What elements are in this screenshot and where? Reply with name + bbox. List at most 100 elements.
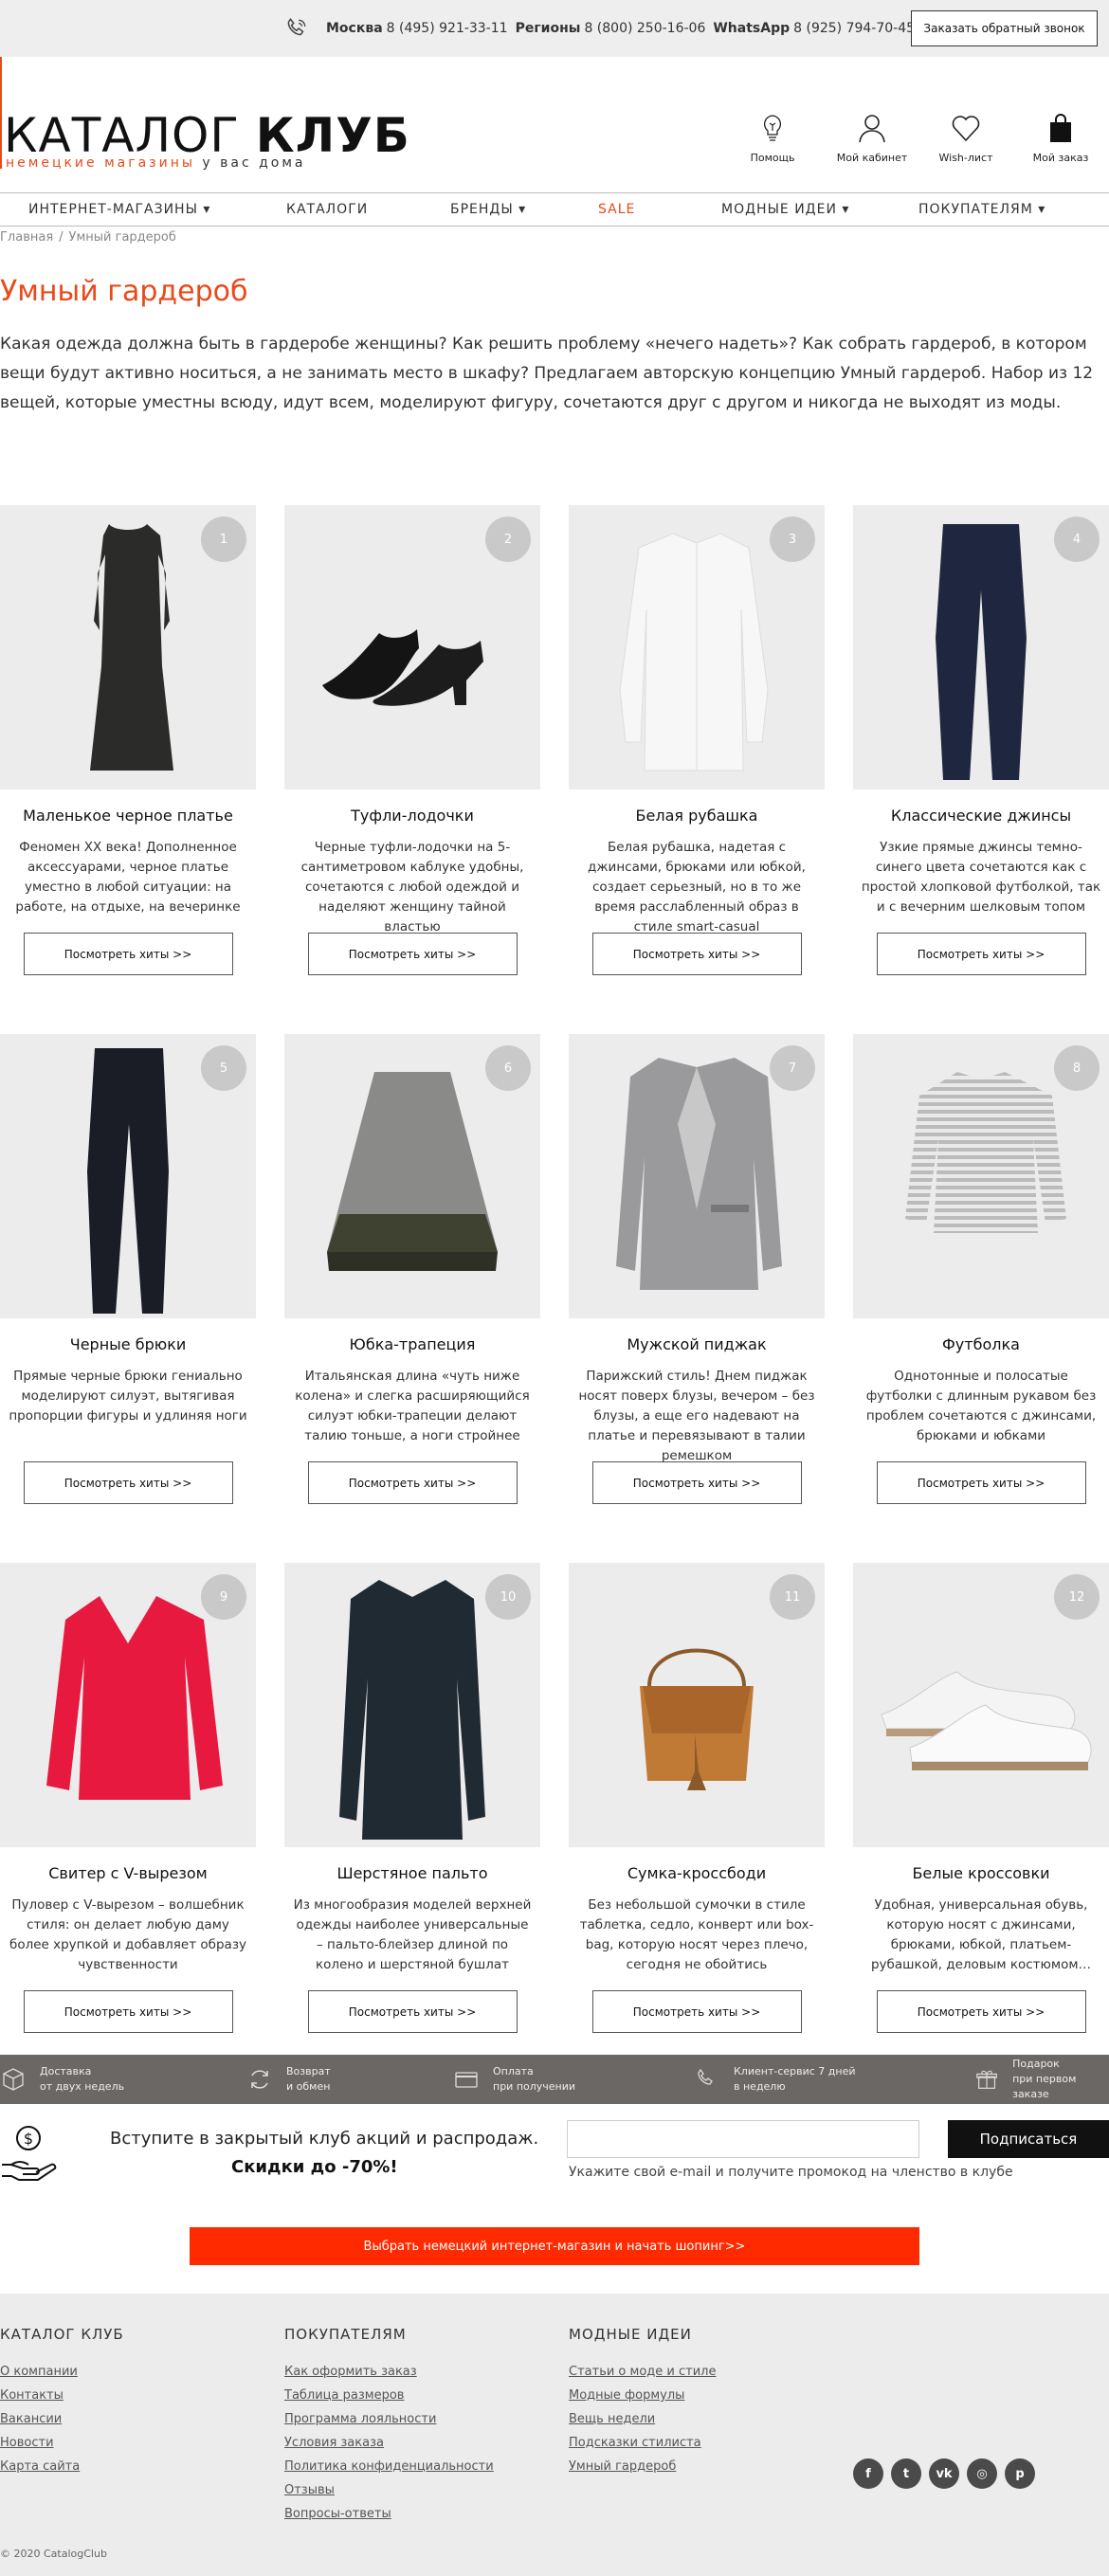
product-name: Футболка	[942, 1335, 1020, 1353]
footer-link[interactable]: Условия заказа	[284, 2431, 494, 2455]
item-number-badge: 2	[485, 517, 531, 562]
footer-link[interactable]: Модные формулы	[569, 2384, 716, 2407]
view-hits-button[interactable]: Посмотреть хиты >>	[876, 1461, 1086, 1504]
nav-catalogs[interactable]: КАТАЛОГИ	[286, 193, 368, 226]
order-link[interactable]: Мой заказ	[1012, 112, 1109, 164]
product-image[interactable]: 3	[569, 505, 825, 789]
nav-brands[interactable]: БРЕНДЫ ▾	[450, 193, 526, 226]
bag-icon	[1050, 114, 1071, 142]
footer-link[interactable]: Карта сайта	[0, 2455, 124, 2478]
callback-button[interactable]: Заказать обратный звонок	[911, 10, 1098, 46]
money-hand-icon: $	[2, 2126, 57, 2181]
footer-link[interactable]: О компании	[0, 2360, 124, 2384]
nav-fashion-ideas[interactable]: МОДНЫЕ ИДЕИ ▾	[721, 193, 849, 226]
view-hits-button[interactable]: Посмотреть хиты >>	[307, 1990, 518, 2033]
whatsapp-phone[interactable]: 8 (925) 794-70-45	[793, 21, 915, 36]
phone-icon	[698, 2068, 713, 2085]
nav-sale[interactable]: SALE	[598, 193, 635, 226]
footer-link[interactable]: Подсказки стилиста	[569, 2431, 716, 2455]
footer: КАТАЛОГ КЛУБ О компании Контакты Ваканси…	[0, 2294, 1109, 2576]
feature-delivery: Доставка от двух недель	[0, 2055, 124, 2104]
product-name: Шерстяное пальто	[336, 1864, 488, 1882]
nav-shops[interactable]: ИНТЕРНЕТ-МАГАЗИНЫ ▾	[28, 193, 210, 226]
footer-link[interactable]: Статьи о моде и стиле	[569, 2360, 716, 2384]
top-bar: Москва 8 (495) 921-33-11 Регионы 8 (800)…	[0, 0, 1109, 57]
footer-link[interactable]: Политика конфиденциальности	[284, 2455, 494, 2478]
product-image[interactable]: 12	[853, 1563, 1109, 1847]
view-hits-button[interactable]: Посмотреть хиты >>	[23, 1461, 233, 1504]
view-hits-button[interactable]: Посмотреть хиты >>	[23, 933, 233, 975]
footer-link[interactable]: Умный гардероб	[569, 2455, 716, 2478]
product-image[interactable]: 8	[853, 1034, 1109, 1318]
view-hits-button[interactable]: Посмотреть хиты >>	[307, 1461, 518, 1504]
product-description: Без небольшой сумочки в стиле таблетка, …	[579, 1897, 814, 1972]
product-card: 11 Сумка-кроссбоди Без небольшой сумочки в…	[569, 1563, 825, 2033]
product-description: Черные туфли-лодочки на 5-сантиметровом …	[300, 840, 524, 934]
footer-link[interactable]: Вопросы-ответы	[284, 2502, 494, 2526]
view-hits-button[interactable]: Посмотреть хиты >>	[591, 1990, 802, 2033]
view-hits-button[interactable]: Посмотреть хиты >>	[307, 933, 518, 975]
product-card: 3 Белая рубашка Белая рубашка, надетая с д…	[569, 505, 825, 975]
product-image[interactable]: 10	[284, 1563, 540, 1847]
item-number-badge: 9	[201, 1574, 246, 1620]
view-hits-button[interactable]: Посмотреть хиты >>	[591, 933, 802, 975]
product-description: Прямые черные брюки гениально моделируют…	[9, 1369, 247, 1424]
account-link[interactable]: Мой кабинет	[825, 112, 919, 164]
footer-link[interactable]: Контакты	[0, 2384, 124, 2407]
item-number-badge: 1	[201, 517, 246, 562]
subscribe-button[interactable]: Подписаться	[948, 2120, 1109, 2158]
view-hits-button[interactable]: Посмотреть хиты >>	[23, 1990, 233, 2033]
footer-link[interactable]: Таблица размеров	[284, 2384, 494, 2407]
product-card: 4 Классические джинсы Узкие прямые джинсы …	[853, 505, 1109, 975]
breadcrumb-home[interactable]: Главная	[0, 230, 53, 245]
help-link[interactable]: Помощь	[720, 112, 825, 164]
choose-shop-button[interactable]: Выбрать немецкий интернет-магазин и нача…	[190, 2227, 919, 2265]
footer-link[interactable]: Новости	[0, 2431, 124, 2455]
footer-link[interactable]: Вещь недели	[569, 2407, 716, 2431]
pinterest-icon[interactable]: p	[1005, 2458, 1035, 2489]
instagram-icon[interactable]: ◎	[967, 2458, 997, 2489]
item-number-badge: 4	[1054, 517, 1100, 562]
wishlist-link[interactable]: Wish-лист	[919, 112, 1012, 164]
product-description: Итальянская длина «чуть ниже колена» и с…	[295, 1369, 530, 1443]
product-image[interactable]: 4	[853, 505, 1109, 789]
footer-link[interactable]: Программа лояльности	[284, 2407, 494, 2431]
product-name: Белая рубашка	[635, 807, 758, 825]
item-number-badge: 12	[1054, 1574, 1100, 1620]
coat-icon	[284, 1580, 540, 1847]
product-image[interactable]: 11	[569, 1563, 825, 1847]
product-image[interactable]: 1	[0, 505, 256, 789]
regions-phone[interactable]: 8 (800) 250-16-06	[584, 21, 705, 36]
user-icon	[859, 115, 885, 143]
product-image[interactable]: 6	[284, 1034, 540, 1318]
product-image[interactable]: 9	[0, 1563, 256, 1847]
moscow-phone[interactable]: 8 (495) 921-33-11	[387, 21, 508, 36]
footer-link[interactable]: Как оформить заказ	[284, 2360, 494, 2384]
product-description: Белая рубашка, надетая с джинсами, брюка…	[588, 840, 806, 934]
footer-link[interactable]: Отзывы	[284, 2478, 494, 2502]
logo-tagline: немецкие магазины у вас дома	[6, 155, 306, 171]
product-image[interactable]: 7	[569, 1034, 825, 1318]
view-hits-button[interactable]: Посмотреть хиты >>	[876, 933, 1086, 975]
vk-icon[interactable]: vk	[929, 2458, 959, 2489]
product-card: 10 Шерстяное пальто Из многообразия моделе…	[284, 1563, 540, 2033]
feature-return: Возврат и обмен	[246, 2055, 331, 2104]
footer-link[interactable]: Вакансии	[0, 2407, 124, 2431]
help-label: Помощь	[750, 152, 795, 164]
feature-gift: Подарок при первом заказе	[974, 2055, 1109, 2104]
view-hits-button[interactable]: Посмотреть хиты >>	[876, 1990, 1086, 2033]
product-image[interactable]: 5	[0, 1034, 256, 1318]
product-description: Феномен XX века! Дополненное аксессуарам…	[15, 840, 241, 915]
view-hits-button[interactable]: Посмотреть хиты >>	[591, 1461, 802, 1504]
twitter-icon[interactable]: t	[891, 2458, 921, 2489]
facebook-icon[interactable]: f	[853, 2458, 883, 2489]
subscribe-discount: Скидки до -70%!	[231, 2157, 398, 2177]
email-input[interactable]	[567, 2120, 919, 2158]
nav-customers[interactable]: ПОКУПАТЕЛЯМ ▾	[918, 193, 1045, 226]
footer-col-title: ПОКУПАТЕЛЯМ	[284, 2326, 407, 2343]
sneakers-icon	[853, 1671, 1109, 1847]
product-image[interactable]: 2	[284, 505, 540, 789]
return-icon	[251, 2070, 268, 2089]
item-number-badge: 6	[485, 1045, 531, 1091]
product-name: Сумка-кроссбоди	[627, 1864, 767, 1882]
